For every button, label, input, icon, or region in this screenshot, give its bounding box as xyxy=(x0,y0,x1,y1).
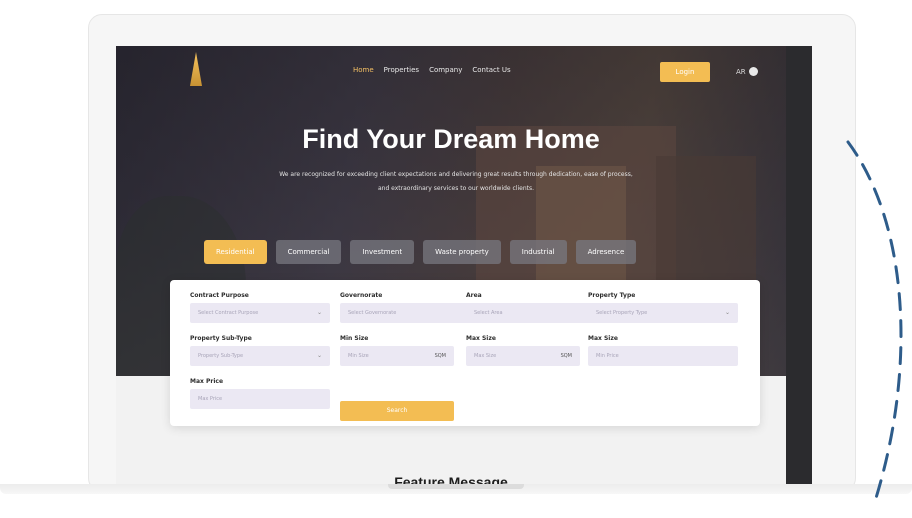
min-price-field: Max Size Min Price xyxy=(588,335,738,366)
area-select[interactable]: Select Area ⌄ xyxy=(466,303,606,323)
search-button[interactable]: Search xyxy=(340,401,454,421)
tab-waste-property[interactable]: Waste property xyxy=(423,240,501,264)
field-label: Contract Purpose xyxy=(190,292,249,299)
nav-item-home[interactable]: Home xyxy=(353,66,374,74)
feature-section-title: Feature Message xyxy=(394,474,508,484)
globe-icon xyxy=(748,67,758,76)
nav-item-company[interactable]: Company xyxy=(429,66,462,74)
contract-purpose-field: Contract Purpose Select Contract Purpose… xyxy=(190,292,330,323)
governorate-field: Governorate Select Governorate ⌄ xyxy=(340,292,480,323)
site-logo[interactable] xyxy=(166,52,226,96)
field-placeholder: Property Sub-Type xyxy=(198,353,244,359)
chevron-down-icon: ⌄ xyxy=(316,352,322,359)
logo-wordmark xyxy=(166,88,226,93)
page: Home Properties Company Contact Us Login… xyxy=(0,0,912,518)
field-placeholder: Select Governorate xyxy=(348,310,397,316)
field-placeholder: Select Property Type xyxy=(596,310,648,316)
property-type-field: Property Type Select Property Type ⌄ xyxy=(588,292,738,323)
field-placeholder: Max Price xyxy=(198,396,223,402)
field-placeholder: Min Price xyxy=(596,353,619,359)
min-size-field: Min Size Min Size SQM xyxy=(340,335,454,366)
governorate-select[interactable]: Select Governorate ⌄ xyxy=(340,303,480,323)
unit-label: SQM xyxy=(434,353,446,359)
hero-title: Find Your Dream Home xyxy=(302,124,600,154)
field-label: Max Size xyxy=(588,335,618,342)
screen: Home Properties Company Contact Us Login… xyxy=(116,46,786,484)
field-placeholder: Max Size xyxy=(474,353,497,359)
max-price-input[interactable]: Max Price xyxy=(190,389,330,409)
field-label: Area xyxy=(466,292,482,299)
chevron-down-icon: ⌄ xyxy=(724,309,730,316)
tab-adresence[interactable]: Adresence xyxy=(575,240,637,264)
field-label: Property Sub-Type xyxy=(190,335,252,342)
min-size-input[interactable]: Min Size SQM xyxy=(340,346,454,366)
field-label: Min Size xyxy=(340,335,369,342)
property-subtype-select[interactable]: Property Sub-Type ⌄ xyxy=(190,346,330,366)
tab-commercial[interactable]: Commercial xyxy=(275,240,342,264)
screen-side-bar xyxy=(786,46,812,484)
tab-residential[interactable]: Residential xyxy=(204,240,267,264)
decorative-dashed-arc xyxy=(846,140,903,500)
nav-item-properties[interactable]: Properties xyxy=(384,66,419,74)
max-size-field: Max Size Max Size SQM xyxy=(466,335,580,366)
contract-purpose-select[interactable]: Select Contract Purpose ⌄ xyxy=(190,303,330,323)
max-price-field: Max Price Max Price xyxy=(190,378,330,409)
language-label: AR xyxy=(736,67,746,76)
field-placeholder: Select Area xyxy=(474,310,503,316)
laptop-notch xyxy=(388,484,524,489)
hero-subtitle: We are recognized for exceeding client e… xyxy=(279,171,633,192)
tab-industrial[interactable]: Industrial xyxy=(509,240,567,264)
property-type-select[interactable]: Select Property Type ⌄ xyxy=(588,303,738,323)
property-category-tabs: Residential Commercial Investment Waste … xyxy=(204,240,637,264)
field-label: Property Type xyxy=(588,292,636,299)
field-placeholder: Select Contract Purpose xyxy=(198,310,259,316)
property-subtype-field: Property Sub-Type Property Sub-Type ⌄ xyxy=(190,335,330,366)
max-size-input[interactable]: Max Size SQM xyxy=(466,346,580,366)
field-label: Governorate xyxy=(340,292,383,299)
chevron-down-icon: ⌄ xyxy=(316,309,322,316)
login-button[interactable]: Login xyxy=(660,62,710,82)
field-label: Max Price xyxy=(190,378,224,385)
field-label: Max Size xyxy=(466,335,496,342)
min-price-input[interactable]: Min Price xyxy=(588,346,738,366)
tower-icon xyxy=(190,52,202,86)
language-switcher[interactable]: AR xyxy=(736,67,758,76)
field-placeholder: Min Size xyxy=(348,353,369,359)
unit-label: SQM xyxy=(560,353,572,359)
nav-item-contact[interactable]: Contact Us xyxy=(472,66,510,74)
area-field: Area Select Area ⌄ xyxy=(466,292,606,323)
tab-investment[interactable]: Investment xyxy=(350,240,415,264)
search-card: Contract Purpose Select Contract Purpose… xyxy=(170,280,760,426)
main-nav: Home Properties Company Contact Us xyxy=(353,66,511,74)
